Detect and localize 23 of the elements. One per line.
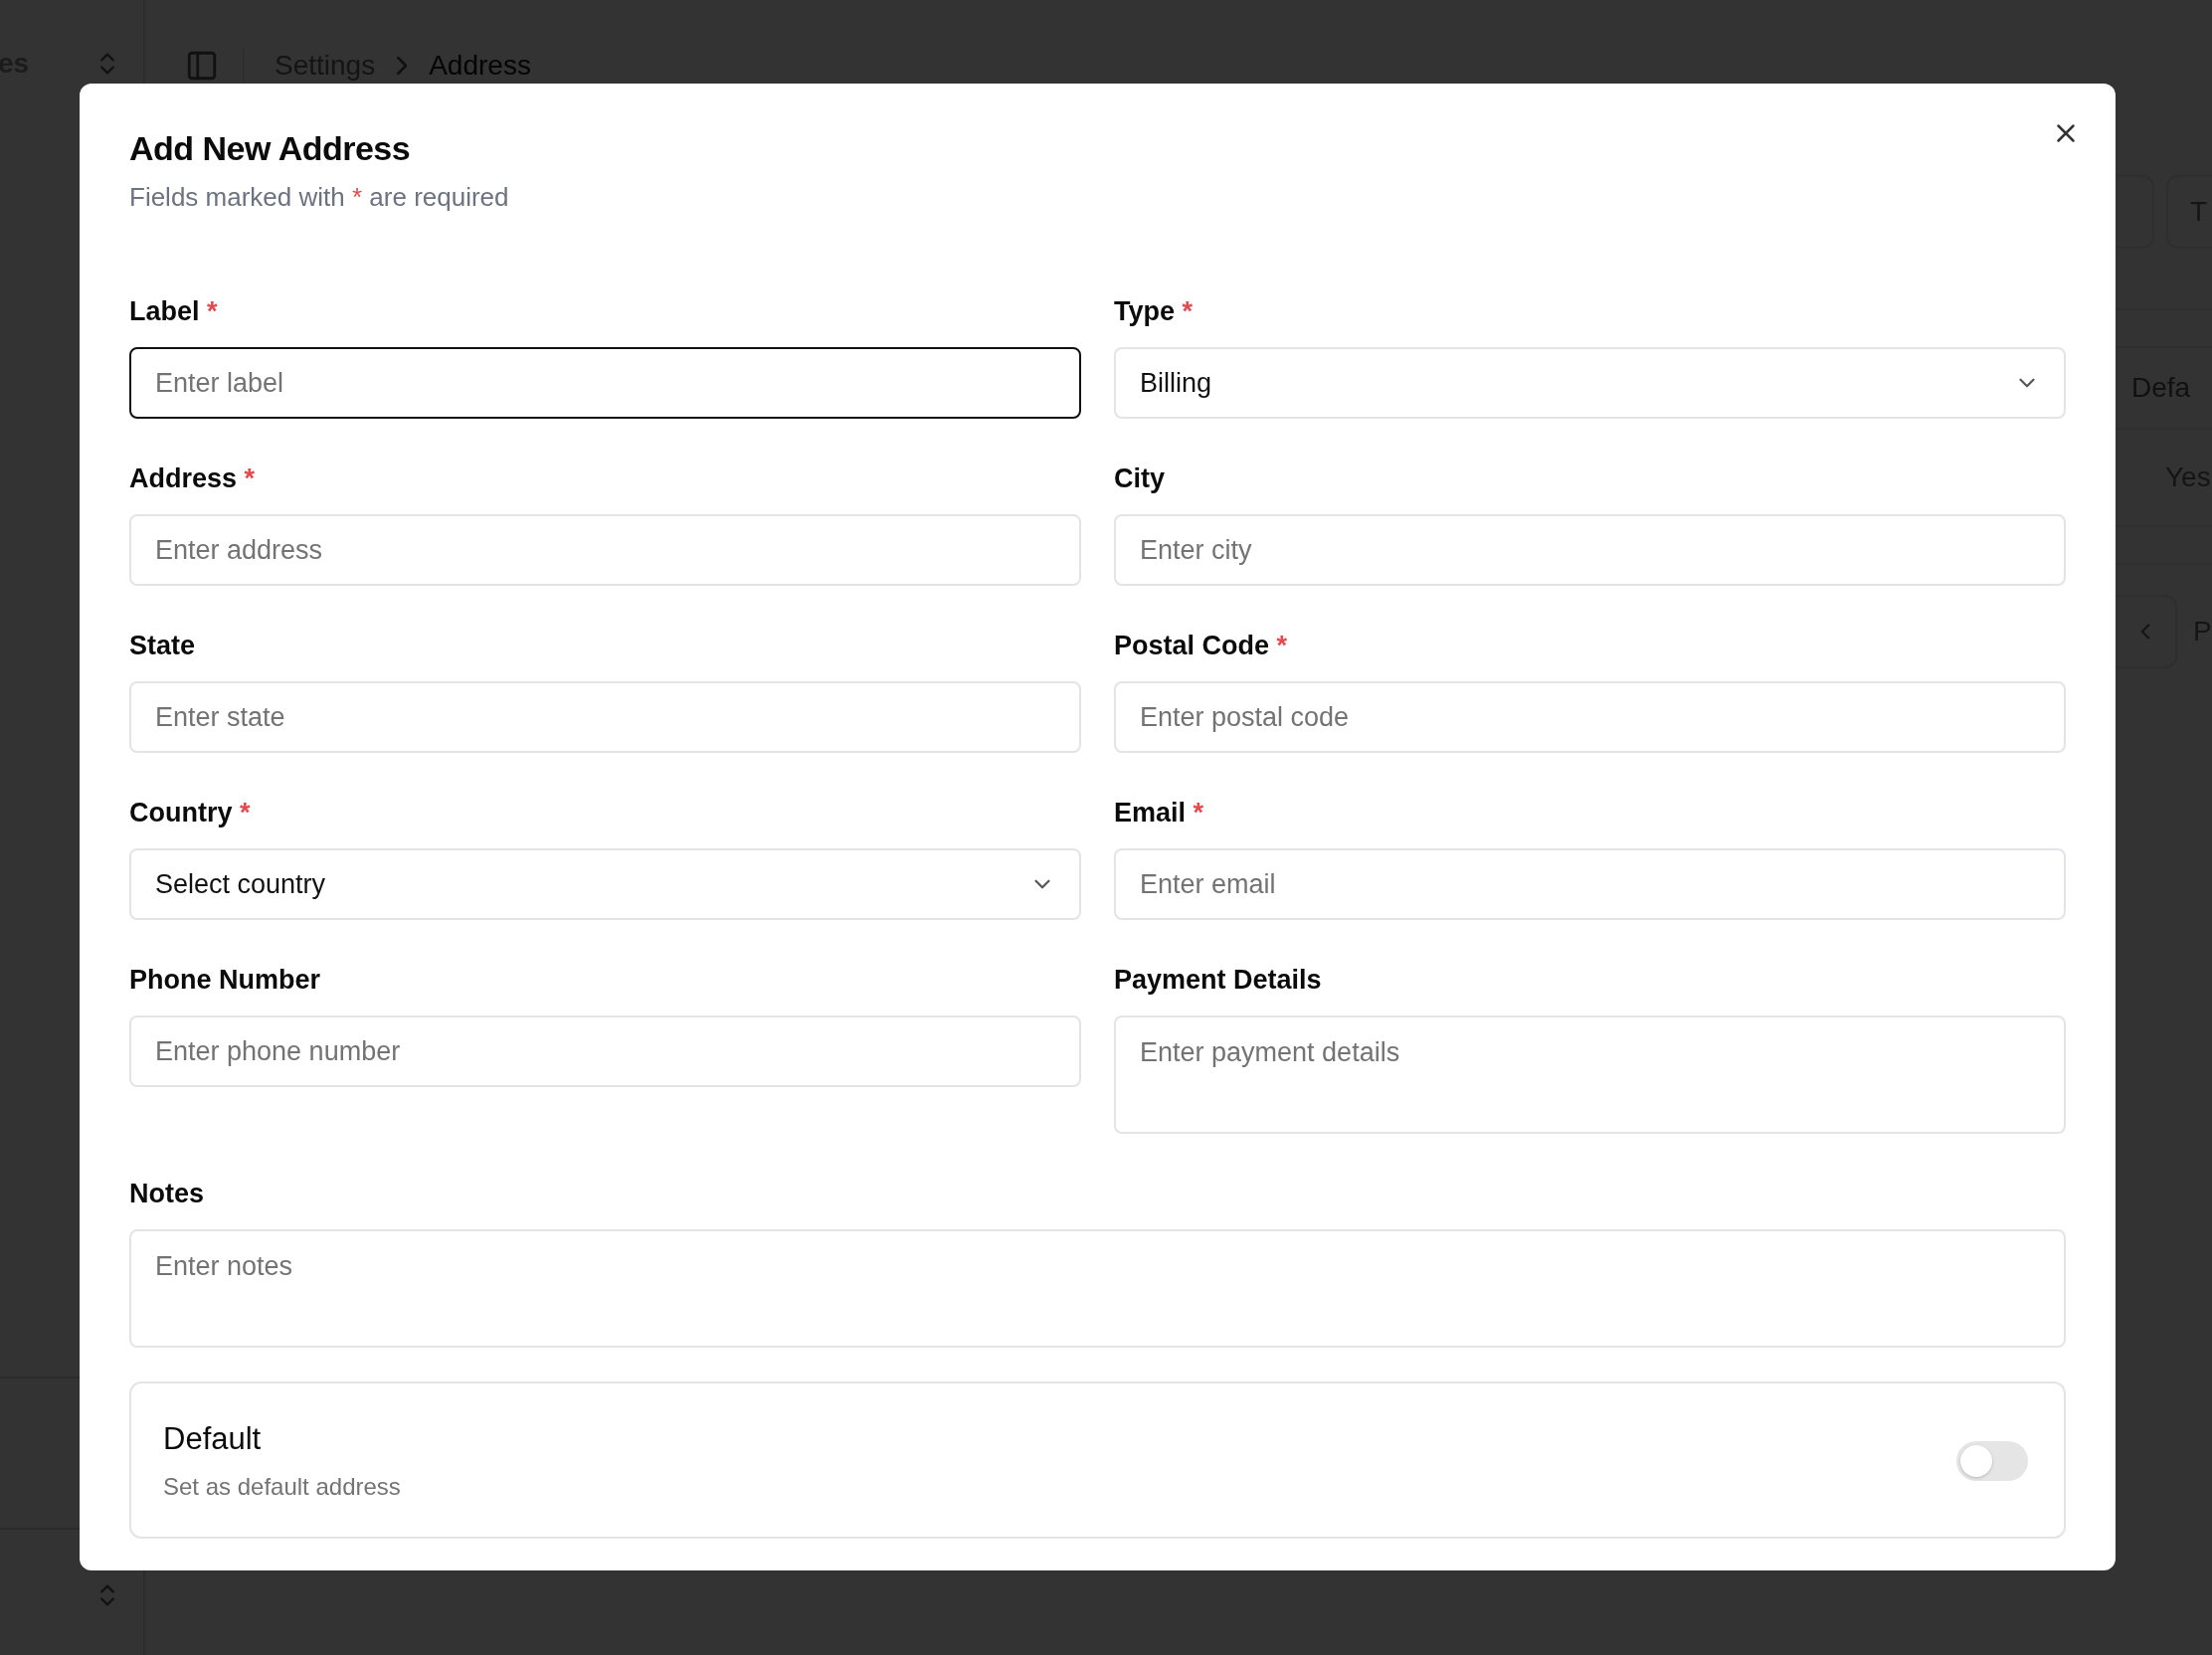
- text-area[interactable]: Enter payment details: [1114, 1015, 2066, 1134]
- select-field[interactable]: Billing: [1114, 347, 2066, 419]
- field-label: Email *: [1114, 798, 1204, 828]
- text-field[interactable]: Enter label: [129, 347, 1081, 419]
- dialog-title: Add New Address: [129, 129, 412, 168]
- field-label: Payment Details: [1114, 965, 1322, 995]
- sidebar-toggle-icon[interactable]: [185, 49, 219, 83]
- field-label: Postal Code *: [1114, 631, 1288, 660]
- field-label: Notes: [129, 1179, 204, 1208]
- option-title: Default: [163, 1421, 263, 1457]
- field-label: City: [1114, 463, 1165, 493]
- field-label: Type *: [1114, 296, 1194, 326]
- field-label: Country *: [129, 798, 251, 828]
- chevron-right-icon: [397, 57, 408, 75]
- text-area[interactable]: Enter notes: [129, 1229, 2066, 1348]
- select-field[interactable]: Select country: [129, 848, 1081, 920]
- field-label: Label *: [129, 296, 218, 326]
- field-label: Phone Number: [129, 965, 321, 995]
- option-description: Set as default address: [163, 1473, 401, 1501]
- field-label: State: [129, 631, 196, 660]
- field-label: Address *: [129, 463, 256, 493]
- toggle-switch[interactable]: [1956, 1441, 2028, 1481]
- dialog-subtitle: Fields marked with * are required: [129, 182, 510, 213]
